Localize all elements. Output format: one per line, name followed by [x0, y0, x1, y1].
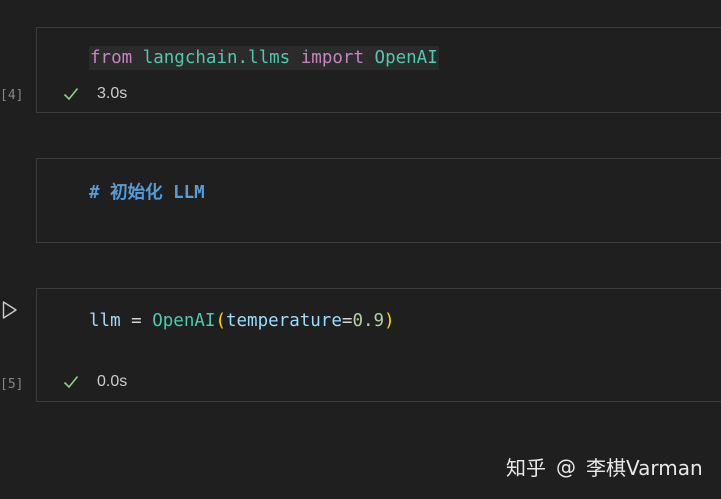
code-token: OpenAI: [152, 311, 216, 331]
code-token: OpenAI: [374, 48, 438, 68]
code-token: llm: [89, 311, 121, 331]
play-icon[interactable]: [2, 300, 18, 320]
code-cell[interactable]: from langchain.llms import OpenAI 3.0s: [36, 27, 721, 113]
markdown-cell[interactable]: # 初始化 LLM: [36, 158, 721, 243]
code-token: from: [90, 48, 133, 68]
cell-status: 0.0s: [63, 373, 127, 391]
watermark-author: 李棋Varman: [586, 456, 703, 480]
notebook-editor: [4] from langchain.llms import OpenAI 3.…: [0, 0, 721, 499]
execution-duration: 3.0s: [97, 85, 128, 102]
cell-status: 3.0s: [63, 85, 127, 103]
markdown-heading: # 初始化 LLM: [89, 183, 205, 203]
zhihu-logo: 知乎: [506, 456, 546, 480]
check-icon: [63, 87, 79, 101]
code-token: (: [215, 311, 226, 331]
code-token: 0.9: [352, 311, 385, 331]
execution-count: [4]: [0, 88, 24, 103]
watermark-at: @: [556, 454, 576, 479]
code-token: langchain.llms: [142, 48, 291, 68]
code-token: import: [300, 48, 364, 68]
code-line[interactable]: llm = OpenAI(temperature=0.9): [89, 309, 395, 333]
code-token: =: [341, 311, 353, 331]
check-icon: [63, 375, 79, 389]
execution-duration: 0.0s: [97, 373, 128, 390]
code-cell[interactable]: llm = OpenAI(temperature=0.9) 0.0s: [36, 288, 721, 402]
code-token: temperature: [225, 311, 342, 331]
code-token: ): [384, 311, 395, 331]
execution-count: [5]: [0, 377, 24, 392]
code-token: =: [120, 311, 153, 331]
watermark: 知乎 @ 李棋Varman: [506, 452, 703, 481]
code-line[interactable]: from langchain.llms import OpenAI: [89, 46, 439, 70]
